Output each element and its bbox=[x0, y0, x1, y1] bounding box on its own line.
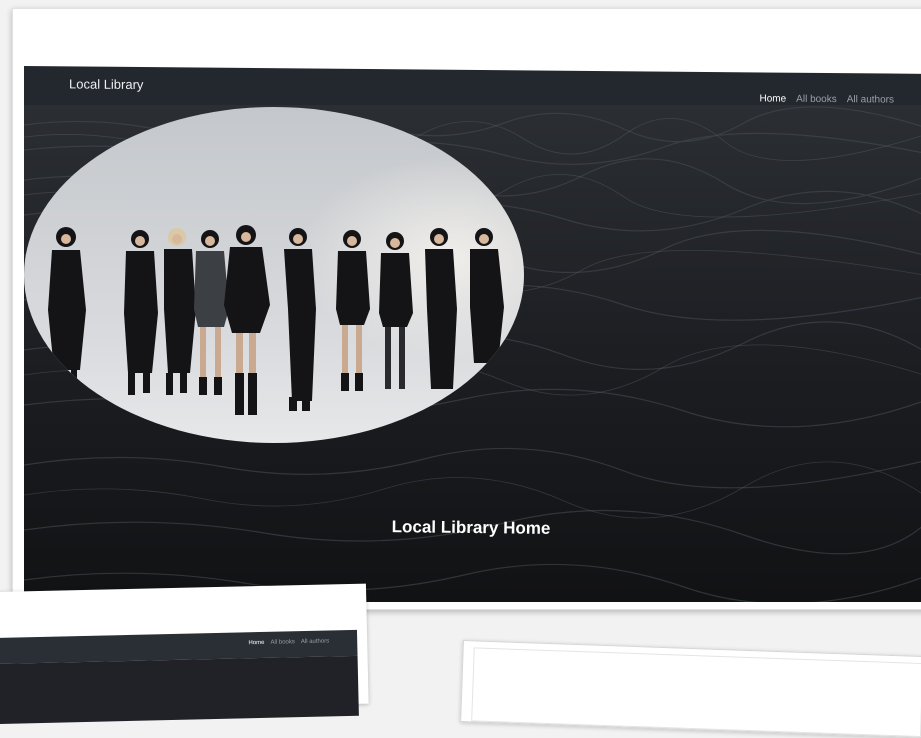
secondary-nav-links: Home All books All authors bbox=[248, 638, 329, 646]
blank-card-inner bbox=[471, 647, 921, 738]
nav-all-books-link[interactable]: All books bbox=[796, 94, 837, 105]
nav-home-link[interactable]: Home bbox=[759, 93, 786, 104]
secondary-hero-image bbox=[0, 655, 359, 724]
main-screenshot-card: Local Library Home All books All authors bbox=[12, 8, 921, 610]
group-photo bbox=[24, 107, 524, 443]
hero-banner: Local Library Home bbox=[24, 105, 921, 602]
secondary-nav-all-books-link[interactable]: All books bbox=[270, 639, 294, 646]
nav-links: Home All books All authors bbox=[759, 93, 894, 105]
secondary-screenshot-card: Home All books All authors bbox=[0, 583, 369, 724]
secondary-nav-home-link[interactable]: Home bbox=[248, 640, 264, 646]
secondary-nav-all-authors-link[interactable]: All authors bbox=[301, 638, 329, 645]
blank-screenshot-card bbox=[460, 640, 921, 738]
brand-link[interactable]: Local Library bbox=[69, 76, 143, 92]
nav-all-authors-link[interactable]: All authors bbox=[847, 94, 894, 105]
